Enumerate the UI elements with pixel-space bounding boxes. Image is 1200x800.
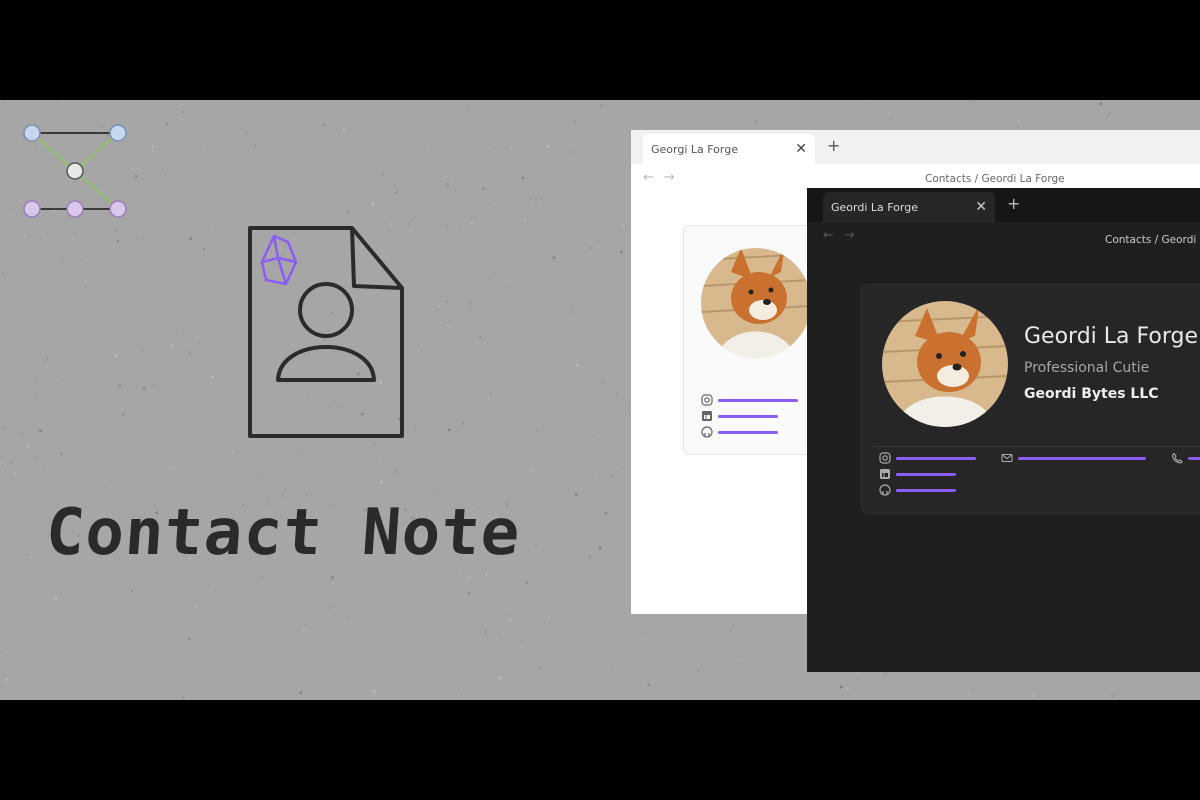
contact-company: Geordi Bytes LLC xyxy=(1024,386,1159,402)
forward-arrow-icon[interactable]: → xyxy=(664,170,685,185)
github-link-line xyxy=(718,430,778,434)
social-row[interactable] xyxy=(701,392,798,408)
dark-tab[interactable]: Geordi La Forge ✕ xyxy=(823,192,995,222)
phone-link[interactable] xyxy=(1171,450,1200,466)
phone-icon xyxy=(1171,452,1183,464)
github-link-line xyxy=(896,488,956,492)
dark-window: Geordi La Forge ✕ + ←→ Contacts / Geordi xyxy=(807,188,1200,672)
instagram-icon xyxy=(701,394,713,406)
linkedin-link-line xyxy=(718,414,778,418)
social-row[interactable] xyxy=(701,408,798,424)
email-link-line xyxy=(1018,456,1146,460)
social-row[interactable] xyxy=(879,466,976,482)
avatar xyxy=(882,301,1008,427)
letterbox-bottom xyxy=(0,700,1200,800)
instagram-icon xyxy=(879,452,891,464)
close-icon[interactable]: ✕ xyxy=(795,141,807,157)
tab-title: Geordi La Forge xyxy=(831,200,918,214)
instagram-link-line xyxy=(718,398,798,402)
dark-tab-bar: Geordi La Forge ✕ + xyxy=(807,188,1200,222)
nav-arrows[interactable]: ←→ xyxy=(823,228,865,243)
back-arrow-icon[interactable]: ← xyxy=(823,228,844,243)
phone-link-line xyxy=(1188,456,1200,460)
graph-logo-icon xyxy=(23,124,127,218)
instagram-link-line xyxy=(896,456,976,460)
linkedin-icon xyxy=(702,411,712,421)
card-divider xyxy=(873,446,1200,447)
social-links-dark xyxy=(879,450,976,498)
letterbox-top xyxy=(0,0,1200,100)
contact-name: Geordi La Forge xyxy=(1024,324,1198,349)
hero-stage: Contact Note Georgi La Forge ✕ + ←→ Cont… xyxy=(0,100,1200,700)
contact-role: Professional Cutie xyxy=(1024,360,1150,376)
contact-document-icon xyxy=(248,226,404,438)
linkedin-link-line xyxy=(896,472,956,476)
linkedin-icon xyxy=(880,469,890,479)
hero-title: Contact Note xyxy=(43,496,523,570)
nav-arrows[interactable]: ←→ xyxy=(643,170,685,185)
social-row[interactable] xyxy=(879,450,976,466)
back-arrow-icon[interactable]: ← xyxy=(643,170,664,185)
close-icon[interactable]: ✕ xyxy=(975,199,987,215)
social-row[interactable] xyxy=(701,424,798,440)
social-row[interactable] xyxy=(879,482,976,498)
tab-title: Georgi La Forge xyxy=(651,142,738,156)
light-tab-bar: Georgi La Forge ✕ + xyxy=(631,130,1200,164)
breadcrumb: Contacts / Geordi La Forge xyxy=(925,173,1065,185)
plus-icon[interactable]: + xyxy=(1007,194,1020,213)
github-icon xyxy=(879,484,891,496)
github-icon xyxy=(701,426,713,438)
forward-arrow-icon[interactable]: → xyxy=(844,228,865,243)
plus-icon[interactable]: + xyxy=(827,136,840,155)
avatar xyxy=(701,248,811,358)
email-icon xyxy=(1001,453,1013,463)
social-links-light xyxy=(701,392,798,440)
light-tab[interactable]: Georgi La Forge ✕ xyxy=(643,134,815,164)
email-link[interactable] xyxy=(1001,450,1146,466)
breadcrumb: Contacts / Geordi xyxy=(1105,234,1197,246)
